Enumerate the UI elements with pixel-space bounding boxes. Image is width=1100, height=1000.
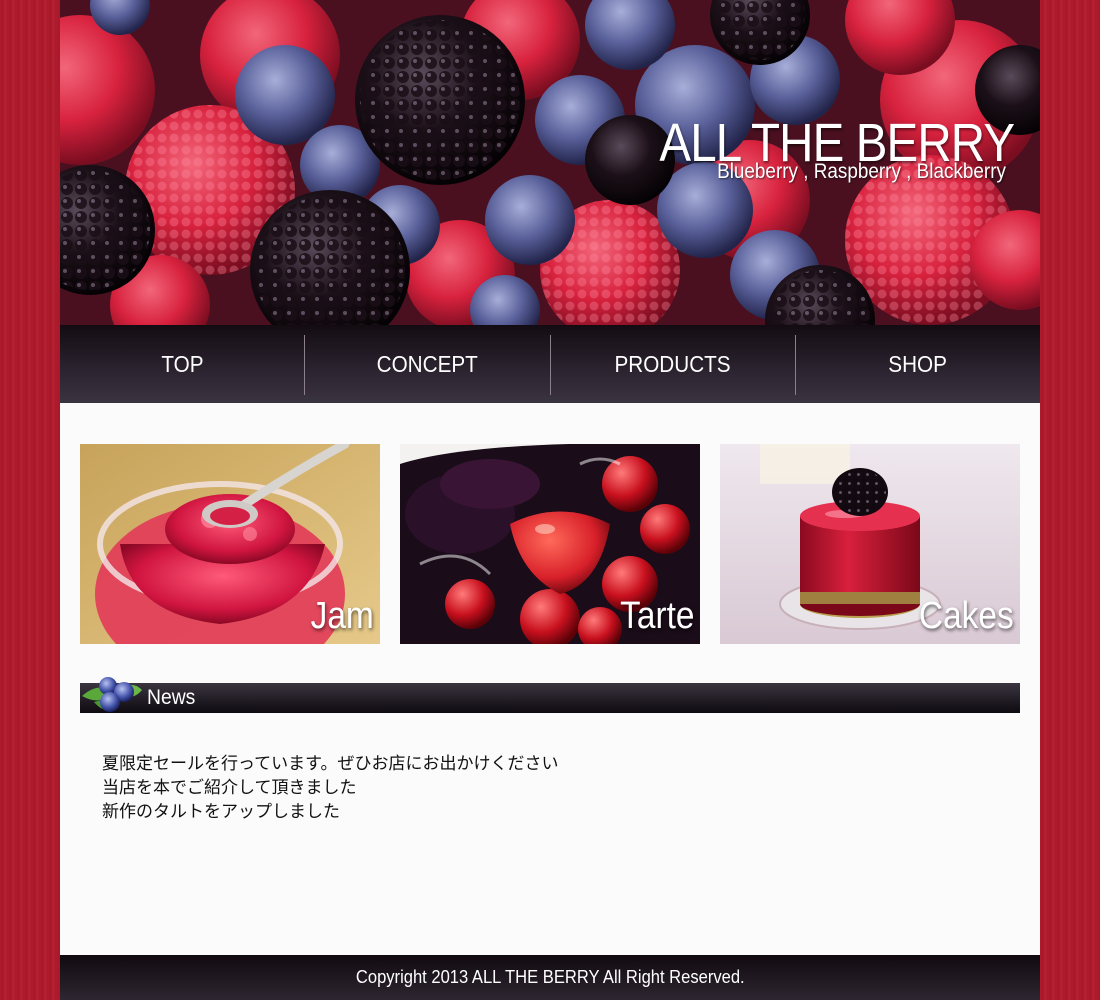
category-cakes-label: Cakes: [919, 595, 1014, 637]
category-tarte-label: Tarte: [619, 595, 694, 637]
site-subtitle: Blueberry , Raspberry , Blackberry: [717, 160, 1006, 183]
news-item[interactable]: 当店を本でご紹介して頂きました: [102, 776, 558, 800]
category-jam-label: Jam: [310, 595, 374, 637]
news-list: 夏限定セールを行っています。ぜひお店にお出かけください 当店を本でご紹介して頂き…: [102, 752, 558, 824]
category-cakes-tile[interactable]: Cakes: [720, 444, 1020, 644]
nav-item-concept-label: CONCEPT: [376, 350, 478, 377]
main-nav: TOP CONCEPT PRODUCTS SHOP: [60, 325, 1040, 403]
category-tiles: Jam Tarte Cakes: [80, 444, 1020, 644]
nav-item-top-label: TOP: [161, 350, 204, 377]
news-item[interactable]: 夏限定セールを行っています。ぜひお店にお出かけください: [102, 752, 558, 776]
footer: Copyright 2013 ALL THE BERRY All Right R…: [60, 955, 1040, 1000]
header-banner: ALL THE BERRY Blueberry , Raspberry , Bl…: [60, 0, 1040, 325]
copyright-text: Copyright 2013 ALL THE BERRY All Right R…: [355, 967, 745, 987]
news-heading: News: [147, 686, 196, 709]
news-header-bar: News: [80, 683, 1020, 713]
blueberry-icon: [82, 677, 142, 712]
news-item[interactable]: 新作のタルトをアップしました: [102, 800, 558, 824]
category-tarte-tile[interactable]: Tarte: [400, 444, 700, 644]
nav-item-concept[interactable]: CONCEPT: [305, 325, 549, 403]
nav-item-top[interactable]: TOP: [60, 325, 304, 403]
nav-item-shop[interactable]: SHOP: [796, 325, 1040, 403]
page-container: ALL THE BERRY Blueberry , Raspberry , Bl…: [60, 0, 1040, 1000]
category-jam-tile[interactable]: Jam: [80, 444, 380, 644]
nav-item-products-label: PRODUCTS: [614, 350, 731, 377]
nav-item-products[interactable]: PRODUCTS: [551, 325, 795, 403]
nav-item-shop-label: SHOP: [888, 350, 948, 377]
